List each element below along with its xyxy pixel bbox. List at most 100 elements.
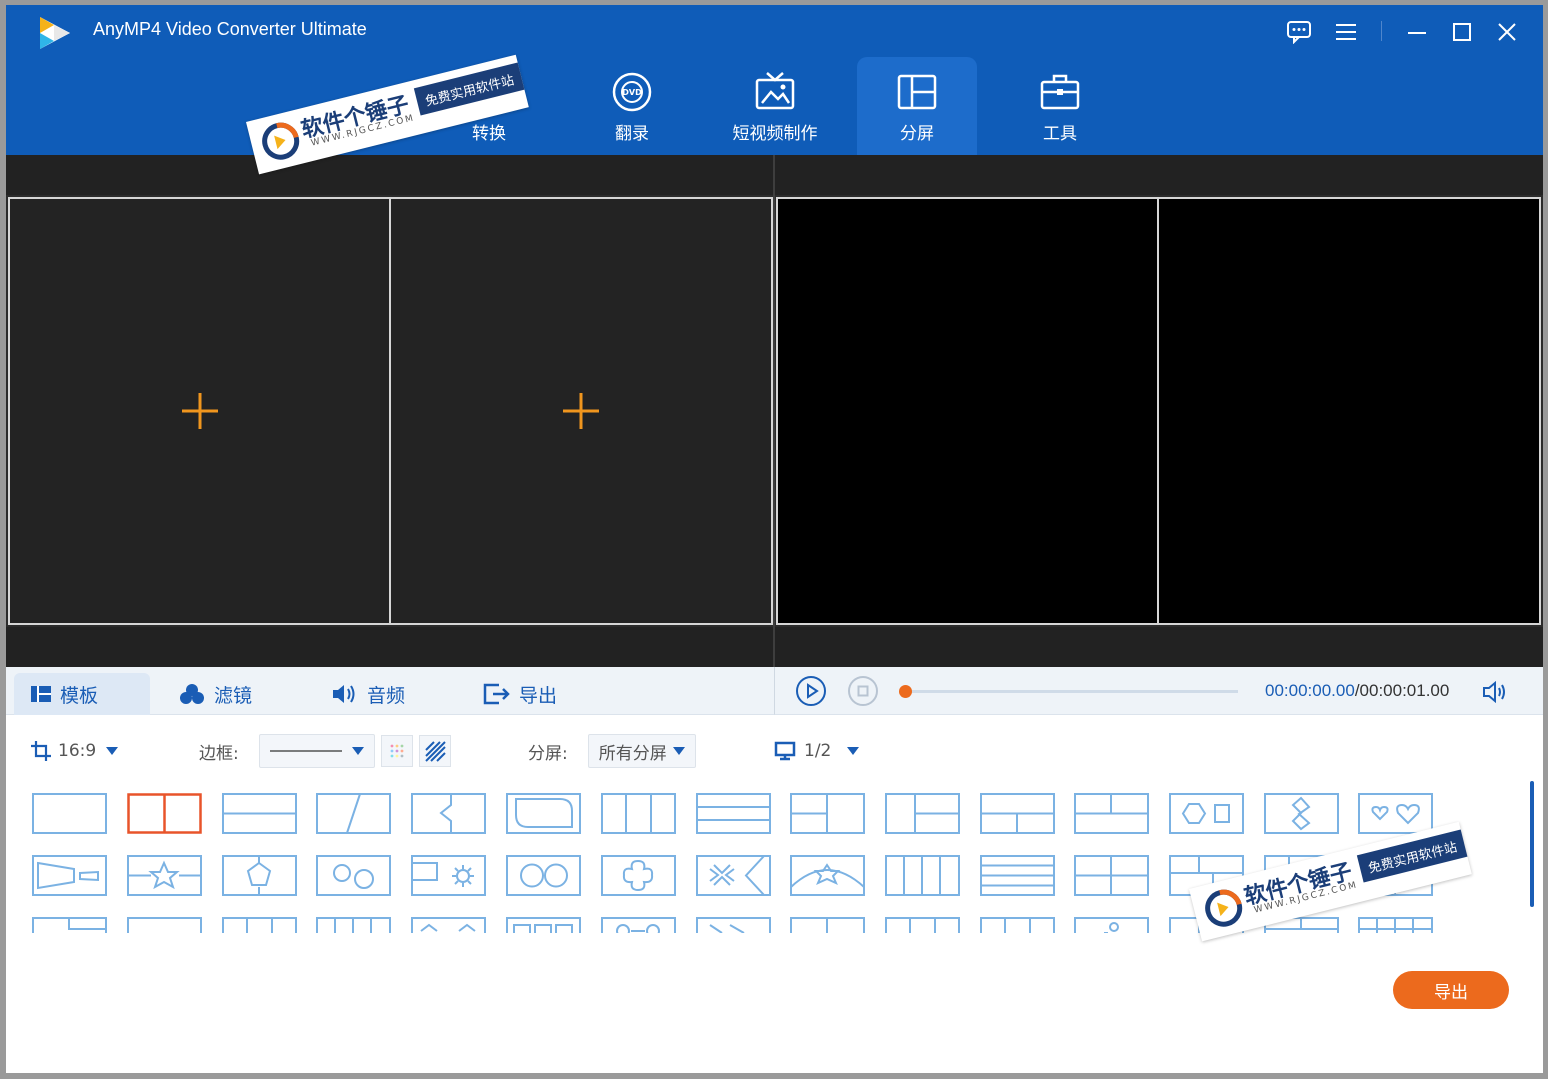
stop-icon[interactable] xyxy=(847,675,879,707)
template-star[interactable] xyxy=(127,855,202,896)
nav-tab-toolbox[interactable]: 工具 xyxy=(1000,57,1120,155)
split-category-dropdown[interactable]: 所有分屏 xyxy=(587,734,696,768)
template-scrollbar[interactable] xyxy=(1530,781,1534,907)
line-style-icon xyxy=(269,750,342,752)
progress-thumb[interactable] xyxy=(899,685,912,698)
output-cell-2 xyxy=(1157,197,1541,625)
template-puzzle[interactable] xyxy=(411,793,486,834)
template-two-horizontal[interactable] xyxy=(222,793,297,834)
nav-tab-collage[interactable]: 分屏 xyxy=(857,57,977,155)
template-four-vertical[interactable] xyxy=(885,855,960,896)
template-banner[interactable] xyxy=(32,855,107,896)
template-row3-12[interactable] xyxy=(1074,917,1149,933)
template-row3-7[interactable] xyxy=(601,917,676,933)
page-dropdown[interactable]: 1/2 xyxy=(774,733,860,769)
template-row3-11[interactable] xyxy=(980,917,1055,933)
aspect-ratio-dropdown[interactable]: 16:9 xyxy=(30,733,119,769)
template-two-vertical[interactable] xyxy=(127,793,202,834)
tab-audio-label: 音频 xyxy=(367,684,406,707)
sub-tab-bar: 模板 滤镜 音频 导出 xyxy=(6,667,774,715)
tab-audio[interactable]: 音频 xyxy=(331,673,405,715)
template-row3-6[interactable] xyxy=(506,917,581,933)
template-row3-4[interactable] xyxy=(316,917,391,933)
nav-tab-mv[interactable]: 短视频制作 xyxy=(715,57,835,155)
template-row3-9[interactable] xyxy=(790,917,865,933)
template-pentagon[interactable] xyxy=(222,855,297,896)
nav-tab-ripper[interactable]: DVD 翻录 xyxy=(572,57,692,155)
split-cell-2[interactable] xyxy=(389,197,773,625)
speaker-icon xyxy=(333,685,355,703)
template-bottom-split[interactable] xyxy=(980,793,1055,834)
border-color-button[interactable] xyxy=(380,735,413,767)
hatch-icon xyxy=(425,741,446,762)
template-row3-3[interactable] xyxy=(222,917,297,933)
split-screen-icon xyxy=(897,74,937,110)
template-two-circles[interactable] xyxy=(506,855,581,896)
split-category-value: 所有分屏 xyxy=(598,743,667,764)
title-bar: AnyMP4 Video Converter Ultimate 转换 DVD 翻… xyxy=(6,5,1543,155)
template-right-split[interactable] xyxy=(885,793,960,834)
template-diagonal[interactable] xyxy=(316,793,391,834)
template-circles-overlap[interactable] xyxy=(316,855,391,896)
template-single[interactable] xyxy=(32,793,107,834)
nav-tab-label: 短视频制作 xyxy=(732,124,818,144)
edit-bottom-strip xyxy=(6,627,773,667)
feedback-icon[interactable] xyxy=(1284,17,1314,47)
template-three-vertical[interactable] xyxy=(601,793,676,834)
chevron-down-icon xyxy=(106,747,119,755)
tab-template-label: 模板 xyxy=(60,684,99,707)
output-top-strip xyxy=(775,155,1543,195)
progress-track[interactable] xyxy=(899,685,1238,698)
template-diamond[interactable] xyxy=(1264,793,1339,834)
play-icon[interactable] xyxy=(795,675,827,707)
template-three-horizontal[interactable] xyxy=(696,793,771,834)
chevron-down-icon xyxy=(847,747,860,755)
add-media-icon[interactable] xyxy=(561,391,601,431)
border-width-button[interactable] xyxy=(418,735,451,767)
export-button[interactable]: 导出 xyxy=(1393,971,1509,1009)
template-four-horizontal[interactable] xyxy=(980,855,1055,896)
template-row3-10[interactable] xyxy=(885,917,960,933)
tab-filter[interactable]: 滤镜 xyxy=(178,673,252,715)
split-cell-1[interactable] xyxy=(8,197,391,625)
tab-template[interactable]: 模板 xyxy=(14,673,150,715)
nav-tab-label: 工具 xyxy=(1043,124,1077,144)
minimize-icon[interactable] xyxy=(1402,17,1432,47)
template-left-split[interactable] xyxy=(790,793,865,834)
tab-export[interactable]: 导出 xyxy=(483,673,557,715)
border-style-dropdown[interactable] xyxy=(258,734,375,768)
app-window: AnyMP4 Video Converter Ultimate 转换 DVD 翻… xyxy=(6,5,1543,1073)
template-row3-2[interactable] xyxy=(127,917,202,933)
template-top-split[interactable] xyxy=(1074,793,1149,834)
player-bar: 00:00:00.00/00:00:01.00 xyxy=(774,667,1543,715)
chevron-down-icon xyxy=(351,747,364,755)
svg-text:DVD: DVD xyxy=(622,88,642,97)
template-row3-1[interactable] xyxy=(32,917,107,933)
template-row3-5[interactable] xyxy=(411,917,486,933)
template-cross-chevron[interactable] xyxy=(696,855,771,896)
total-time: /00:00:01.00 xyxy=(1354,681,1450,700)
output-cell-1 xyxy=(776,197,1159,625)
template-clover[interactable] xyxy=(601,855,676,896)
volume-icon[interactable] xyxy=(1482,681,1510,703)
nav-tab-label: 分屏 xyxy=(900,124,934,144)
nav-tab-label: 翻录 xyxy=(615,124,649,144)
watermark-logo-icon xyxy=(1205,889,1243,927)
template-rounded[interactable] xyxy=(506,793,581,834)
template-row3-15[interactable] xyxy=(1358,917,1433,933)
template-hearts[interactable] xyxy=(1358,793,1433,834)
template-hexagon[interactable] xyxy=(1169,793,1244,834)
aspect-ratio-icon xyxy=(31,741,51,761)
maximize-icon[interactable] xyxy=(1447,17,1477,47)
preview-area xyxy=(6,155,1543,667)
aspect-ratio-value: 16:9 xyxy=(58,741,97,761)
close-icon[interactable] xyxy=(1492,17,1522,47)
template-quad[interactable] xyxy=(1074,855,1149,896)
template-arch-cross[interactable] xyxy=(790,855,865,896)
template-gear[interactable] xyxy=(411,855,486,896)
template-row3-8[interactable] xyxy=(696,917,771,933)
image-frame-icon xyxy=(755,72,795,110)
add-media-icon[interactable] xyxy=(180,391,220,431)
menu-icon[interactable] xyxy=(1331,17,1361,47)
split-filter: 分屏: 所有分屏 xyxy=(528,733,696,769)
